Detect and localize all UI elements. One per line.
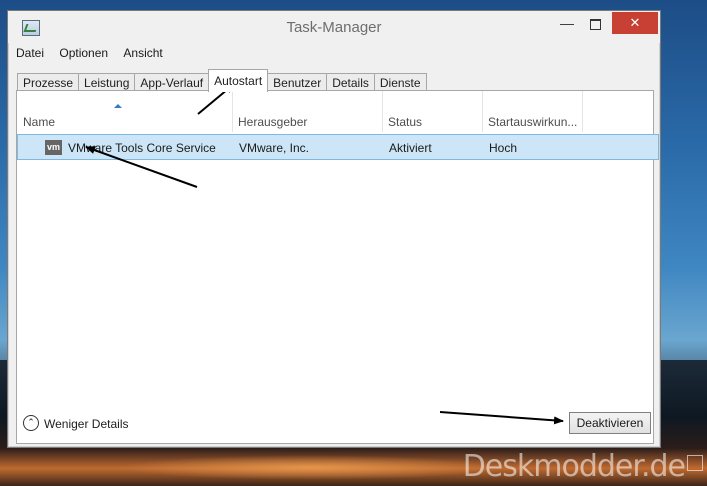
- maximize-button[interactable]: [582, 12, 608, 34]
- column-label-publisher: Herausgeber: [238, 115, 308, 129]
- column-label-name: Name: [23, 115, 56, 129]
- menu-bar: Datei Optionen Ansicht: [16, 46, 175, 64]
- column-label-startup-impact: Startauswirkun...: [488, 115, 578, 129]
- fewer-details-link[interactable]: Weniger Details: [44, 417, 128, 431]
- menu-ansicht[interactable]: Ansicht: [123, 46, 162, 60]
- footer-bar: ⌃ Weniger Details Deaktivieren: [16, 406, 652, 441]
- column-header-status[interactable]: Status: [382, 91, 483, 132]
- menu-datei[interactable]: Datei: [16, 46, 44, 60]
- sort-ascending-icon: [114, 104, 122, 108]
- desktop-background-glow: [120, 455, 500, 480]
- row-publisher: VMware, Inc.: [239, 141, 310, 155]
- close-button[interactable]: ✕: [612, 12, 658, 34]
- watermark-text: Deskmodder.de: [462, 449, 686, 484]
- vmware-icon: vm: [45, 140, 62, 155]
- task-manager-window: Task-Manager — ✕ Datei Optionen Ansicht …: [7, 10, 661, 448]
- collapse-chevron-icon[interactable]: ⌃: [23, 415, 39, 431]
- minimize-button[interactable]: —: [554, 12, 580, 34]
- menu-optionen[interactable]: Optionen: [59, 46, 108, 60]
- tab-autostart[interactable]: Autostart: [208, 69, 269, 92]
- autostart-panel: Name Herausgeber Status Startauswirkun..…: [16, 90, 659, 444]
- row-name: VMware Tools Core Service: [68, 141, 216, 155]
- column-header-publisher[interactable]: Herausgeber: [232, 91, 383, 132]
- row-status: Aktiviert: [389, 141, 432, 155]
- disable-button[interactable]: Deaktivieren: [569, 412, 651, 434]
- column-header-startup-impact[interactable]: Startauswirkun...: [482, 91, 583, 132]
- maximize-icon: [589, 18, 601, 30]
- column-label-status: Status: [388, 115, 423, 129]
- table-row[interactable]: vm VMware Tools Core Service VMware, Inc…: [17, 134, 659, 160]
- title-bar[interactable]: Task-Manager — ✕: [8, 11, 660, 43]
- column-header-name[interactable]: Name: [17, 91, 233, 132]
- row-impact: Hoch: [489, 141, 518, 155]
- watermark-box-icon: [687, 455, 703, 471]
- watermark: Deskmodder.de: [463, 449, 703, 484]
- tab-strip: Prozesse Leistung App-Verlauf Autostart Benu…: [17, 69, 427, 92]
